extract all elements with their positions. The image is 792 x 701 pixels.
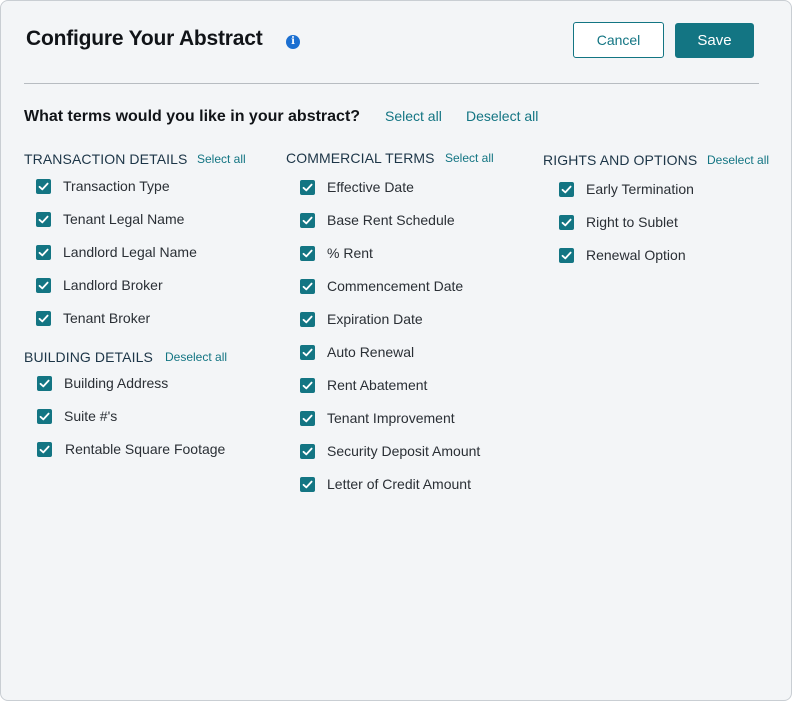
checkbox-label: Letter of Credit Amount [327, 476, 471, 492]
checkmark-icon [302, 348, 313, 357]
checkbox[interactable] [300, 246, 315, 261]
section-title-commercial-terms: COMMERCIAL TERMS [286, 150, 435, 166]
checkbox-label: Landlord Legal Name [63, 244, 197, 260]
section-title-building-details: BUILDING DETAILS [24, 349, 153, 365]
checkbox-label: Landlord Broker [63, 277, 163, 293]
checkmark-icon [561, 251, 572, 260]
checkbox[interactable] [37, 409, 52, 424]
checkmark-icon [302, 216, 313, 225]
checkmark-icon [38, 248, 49, 257]
checkmark-icon [302, 315, 313, 324]
checkbox-label: Suite #'s [64, 408, 118, 424]
checkbox[interactable] [300, 213, 315, 228]
checkmark-icon [38, 281, 49, 290]
checkbox[interactable] [36, 179, 51, 194]
checkbox[interactable] [300, 180, 315, 195]
checkmark-icon [39, 445, 50, 454]
cancel-button[interactable]: Cancel [573, 22, 664, 58]
checkbox[interactable] [300, 378, 315, 393]
header-divider [24, 83, 759, 84]
deselect-all-link[interactable]: Deselect all [466, 108, 538, 124]
checkbox-label: Renewal Option [586, 247, 686, 263]
terms-question: What terms would you like in your abstra… [24, 108, 361, 125]
checkbox-label: Transaction Type [63, 178, 170, 194]
save-button[interactable]: Save [675, 23, 754, 58]
rights-deselect-all-link[interactable]: Deselect all [707, 153, 769, 167]
checkmark-icon [39, 412, 50, 421]
checkbox[interactable] [37, 376, 52, 391]
checkbox[interactable] [300, 279, 315, 294]
checkbox-label: Tenant Broker [63, 310, 151, 326]
checkbox-label: Building Address [64, 375, 169, 391]
checkbox[interactable] [300, 312, 315, 327]
checkmark-icon [561, 218, 572, 227]
checkmark-icon [302, 381, 313, 390]
checkbox-label: Security Deposit Amount [327, 443, 481, 459]
checkmark-icon [302, 480, 313, 489]
checkmark-icon [561, 185, 572, 194]
dialog-title: Configure Your Abstract [26, 27, 263, 50]
checkbox[interactable] [300, 411, 315, 426]
checkbox-label: Effective Date [327, 179, 414, 195]
checkmark-icon [302, 282, 313, 291]
configure-abstract-dialog: Configure Your Abstract i Cancel Save Wh… [0, 0, 792, 701]
checkbox[interactable] [36, 245, 51, 260]
section-title-rights-and-options: RIGHTS AND OPTIONS [543, 152, 698, 168]
transaction-select-all-link[interactable]: Select all [197, 152, 246, 166]
section-title-transaction-details: TRANSACTION DETAILS [24, 151, 188, 167]
checkbox-label: Tenant Improvement [327, 410, 455, 426]
checkbox[interactable] [559, 248, 574, 263]
checkbox-label: Base Rent Schedule [327, 212, 455, 228]
checkbox-label: % Rent [327, 245, 373, 261]
checkbox[interactable] [36, 278, 51, 293]
checkbox-label: Early Termination [586, 181, 694, 197]
checkbox-label: Tenant Legal Name [63, 211, 185, 227]
checkbox-label: Expiration Date [327, 311, 423, 327]
checkmark-icon [38, 215, 49, 224]
checkbox[interactable] [37, 442, 52, 457]
checkmark-icon [38, 314, 49, 323]
checkbox-label: Auto Renewal [327, 344, 415, 360]
checkbox[interactable] [559, 215, 574, 230]
commercial-select-all-link[interactable]: Select all [445, 151, 494, 165]
checkmark-icon [302, 414, 313, 423]
checkmark-icon [302, 447, 313, 456]
checkmark-icon [39, 379, 50, 388]
checkbox-label: Rentable Square Footage [65, 441, 226, 457]
checkbox[interactable] [36, 212, 51, 227]
checkmark-icon [38, 182, 49, 191]
checkmark-icon [302, 183, 313, 192]
checkbox[interactable] [559, 182, 574, 197]
building-deselect-all-link[interactable]: Deselect all [165, 350, 227, 364]
checkbox[interactable] [300, 444, 315, 459]
select-all-link[interactable]: Select all [385, 108, 442, 124]
checkbox-label: Right to Sublet [586, 214, 678, 230]
checkbox[interactable] [300, 345, 315, 360]
checkbox-label: Commencement Date [327, 278, 464, 294]
checkmark-icon [302, 249, 313, 258]
checkbox[interactable] [36, 311, 51, 326]
checkbox-label: Rent Abatement [327, 377, 428, 393]
checkbox[interactable] [300, 477, 315, 492]
info-icon[interactable]: i [286, 35, 300, 49]
